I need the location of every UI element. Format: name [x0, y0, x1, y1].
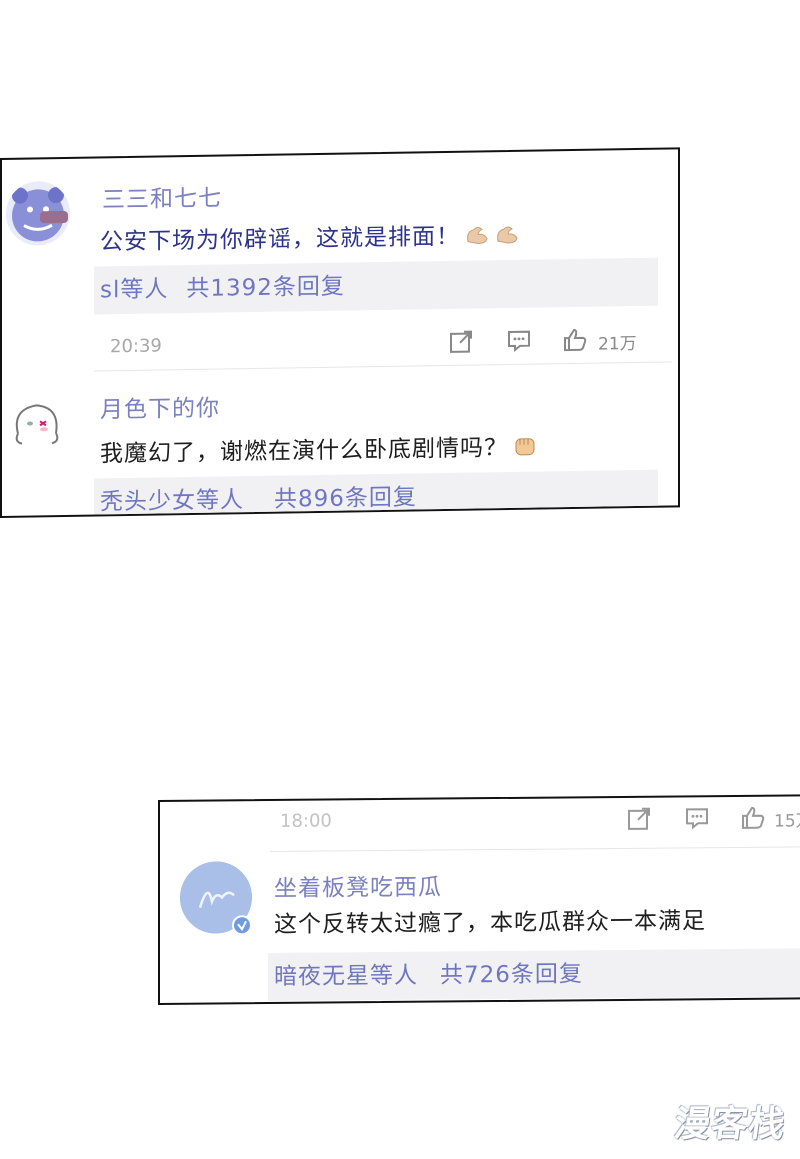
thumbs-up-icon[interactable]	[740, 805, 766, 831]
flexed-biceps-emoji-icon	[497, 226, 518, 244]
username[interactable]: 月色下的你	[100, 389, 220, 425]
reply-summary[interactable]: 暗夜无星等人 共726条回复	[268, 948, 800, 1002]
comment-text-content: 我魔幻了，谢燃在演什么卧底剧情吗？	[100, 435, 508, 468]
comment-text: 公安下场为你辟谣，这就是排面！	[100, 216, 520, 257]
divider	[270, 846, 800, 853]
reply-count: 共726条回复	[440, 961, 583, 989]
thumbs-up-icon[interactable]	[562, 327, 588, 353]
avatar-2[interactable]	[4, 392, 68, 458]
comment-panel-2: 18:00 15万 坐着板凳吃西瓜 这个反转太过瘾了，本吃瓜群众一本满足 暗夜无…	[158, 794, 800, 1005]
username[interactable]: 三三和七七	[102, 179, 222, 215]
comment-time: 20:39	[110, 335, 162, 358]
comment-text: 我魔幻了，谢燃在演什么卧底剧情吗？	[100, 428, 538, 469]
reply-users: 暗夜无星等人	[274, 962, 418, 990]
watermark-logo: 漫客栈	[671, 1104, 789, 1145]
reply-summary[interactable]: 秃头少女等人 共896条回复	[94, 469, 658, 519]
like-count: 21万	[598, 333, 637, 355]
comment-meta: 20:39 21万	[2, 321, 678, 368]
cartoon-face-avatar-icon	[15, 404, 59, 445]
flexed-biceps-emoji-icon	[467, 226, 488, 244]
reply-users: sl等人	[100, 276, 169, 304]
share-icon[interactable]	[626, 806, 652, 832]
reply-count: 共1392条回复	[186, 273, 345, 303]
reply-count: 共896条回复	[274, 484, 417, 513]
like-count: 15万	[774, 811, 800, 832]
comment-text: 这个反转太过瘾了，本吃瓜群众一本满足	[274, 908, 706, 938]
comment-item-1: 三三和七七 公安下场为你辟谣，这就是排面！ sl等人 共1392条回复 20:39…	[2, 149, 678, 372]
reply-users: 秃头少女等人	[100, 487, 244, 516]
username[interactable]: 坐着板凳吃西瓜	[274, 868, 442, 903]
comment-item-2: 月色下的你 我魔幻了，谢燃在演什么卧底剧情吗？ 秃头少女等人 共896条回复	[2, 367, 678, 519]
verified-badge-icon	[232, 915, 252, 936]
avatar-1[interactable]	[6, 180, 70, 246]
comment-meta: 18:00 15万	[160, 802, 800, 844]
raised-fist-emoji-icon	[515, 438, 535, 456]
comment-icon[interactable]	[506, 328, 532, 354]
comment-text-content: 公安下场为你辟谣，这就是排面！	[100, 223, 460, 256]
bear-avatar-icon	[12, 187, 68, 242]
comment-panel-1: 三三和七七 公安下场为你辟谣，这就是排面！ sl等人 共1392条回复 20:39…	[0, 147, 680, 519]
comment-item-3: 坐着板凳吃西瓜 这个反转太过瘾了，本吃瓜群众一本满足 暗夜无星等人 共726条回复	[160, 852, 800, 1005]
comment-icon[interactable]	[684, 805, 710, 831]
reply-summary[interactable]: sl等人 共1392条回复	[94, 257, 658, 315]
share-icon[interactable]	[448, 329, 474, 355]
comment-time: 18:00	[280, 810, 332, 832]
